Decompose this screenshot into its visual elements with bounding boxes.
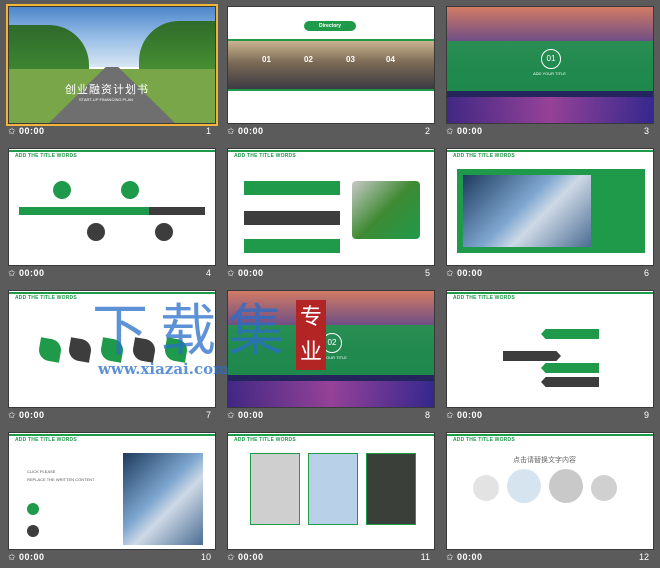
slide-12-timing: 00:00 <box>457 552 483 562</box>
slide-4-title: ADD THE TITLE WORDS <box>15 153 77 159</box>
slide-1-title: 创业融资计划书 <box>65 84 149 96</box>
transition-star-icon[interactable]: ✩ <box>227 126 235 137</box>
transition-star-icon[interactable]: ✩ <box>8 268 16 279</box>
slide-thumbnail-6[interactable]: ADD THE TITLE WORDS ✩ 00:00 6 <box>446 148 654 284</box>
slide-3-title: ADD YOUR TITLE <box>533 71 566 76</box>
slide-7-number: 7 <box>205 410 211 420</box>
slide-10-timing: 00:00 <box>19 552 45 562</box>
slide-2-item-4: 04 <box>386 55 395 64</box>
slide-1-number: 1 <box>205 126 211 136</box>
transition-star-icon[interactable]: ✩ <box>8 552 16 563</box>
slide-2-meta: ✩ 00:00 2 <box>227 126 433 140</box>
slide-7-title: ADD THE TITLE WORDS <box>15 295 77 301</box>
slide-9-number: 9 <box>643 410 649 420</box>
slide-2-item-1: 01 <box>262 55 271 64</box>
slide-thumbnail-5[interactable]: ADD THE TITLE WORDS ✩ 00:00 5 <box>227 148 435 284</box>
slide-9-meta: ✩ 00:00 9 <box>446 410 652 424</box>
slide-2-canvas[interactable]: Directory 01 02 03 04 <box>227 6 435 124</box>
slide-9-timing: 00:00 <box>457 410 483 420</box>
slide-10-line1: CLICK PLEASE <box>27 469 56 474</box>
slide-2-title: Directory <box>304 21 356 31</box>
slide-thumbnail-9[interactable]: ADD THE TITLE WORDS ✩ 00:00 9 <box>446 290 654 426</box>
slide-10-canvas[interactable]: ADD THE TITLE WORDS CLICK PLEASE REPLACE… <box>8 432 216 550</box>
slide-9-canvas[interactable]: ADD THE TITLE WORDS <box>446 290 654 408</box>
slide-12-canvas[interactable]: ADD THE TITLE WORDS 点击请替换文字内容 <box>446 432 654 550</box>
slide-12-heading: 点击请替换文字内容 <box>513 457 576 464</box>
slide-5-number: 5 <box>424 268 430 278</box>
transition-star-icon[interactable]: ✩ <box>8 410 16 421</box>
transition-star-icon[interactable]: ✩ <box>227 552 235 563</box>
slide-thumbnail-11[interactable]: ADD THE TITLE WORDS ✩ 00:00 11 <box>227 432 435 568</box>
slide-6-number: 6 <box>643 268 649 278</box>
slide-5-title: ADD THE TITLE WORDS <box>234 153 296 159</box>
slide-6-title: ADD THE TITLE WORDS <box>453 153 515 159</box>
slide-thumbnail-1[interactable]: 创业融资计划书 START-UP FINANCING PLAN ✩ 00:00 … <box>6 4 218 142</box>
slide-10-line2: REPLACE THE WRITTEN CONTENT <box>27 477 95 482</box>
slide-4-number: 4 <box>205 268 211 278</box>
slide-10-title: ADD THE TITLE WORDS <box>15 437 77 443</box>
slide-11-number: 11 <box>420 552 430 562</box>
slide-2-item-3: 03 <box>346 55 355 64</box>
transition-star-icon[interactable]: ✩ <box>446 268 454 279</box>
transition-star-icon[interactable]: ✩ <box>8 126 16 137</box>
transition-star-icon[interactable]: ✩ <box>446 126 454 137</box>
slide-4-meta: ✩ 00:00 4 <box>8 268 214 282</box>
slide-8-number: 8 <box>424 410 430 420</box>
slide-thumbnail-3[interactable]: 01 ADD YOUR TITLE ✩ 00:00 3 <box>446 6 654 142</box>
slide-1-meta: ✩ 00:00 1 <box>8 126 214 140</box>
slide-11-title: ADD THE TITLE WORDS <box>234 437 296 443</box>
slide-4-timing: 00:00 <box>19 268 45 278</box>
slide-thumbnail-4[interactable]: ADD THE TITLE WORDS ✩ 00:00 4 <box>8 148 216 284</box>
slide-3-timing: 00:00 <box>457 126 483 136</box>
slide-8-timing: 00:00 <box>238 410 264 420</box>
slide-6-timing: 00:00 <box>457 268 483 278</box>
watermark-chars: 下载集 <box>92 299 296 364</box>
slide-8-meta: ✩ 00:00 8 <box>227 410 433 424</box>
slide-11-canvas[interactable]: ADD THE TITLE WORDS <box>227 432 435 550</box>
slide-9-title: ADD THE TITLE WORDS <box>453 295 515 301</box>
transition-star-icon[interactable]: ✩ <box>446 410 454 421</box>
slide-1-timing: 00:00 <box>19 126 45 136</box>
slide-2-timing: 00:00 <box>238 126 264 136</box>
slide-4-canvas[interactable]: ADD THE TITLE WORDS <box>8 148 216 266</box>
slide-6-canvas[interactable]: ADD THE TITLE WORDS <box>446 148 654 266</box>
slide-12-title: ADD THE TITLE WORDS <box>453 437 515 443</box>
transition-star-icon[interactable]: ✩ <box>227 268 235 279</box>
slide-sorter-grid: 创业融资计划书 START-UP FINANCING PLAN ✩ 00:00 … <box>0 0 660 564</box>
slide-5-meta: ✩ 00:00 5 <box>227 268 433 282</box>
slide-2-number: 2 <box>424 126 430 136</box>
watermark-seal: 专业 <box>296 300 326 370</box>
slide-thumbnail-2[interactable]: Directory 01 02 03 04 ✩ 00:00 2 <box>227 6 435 142</box>
slide-3-badge: 01 <box>541 49 561 69</box>
slide-11-timing: 00:00 <box>238 552 264 562</box>
slide-10-number: 10 <box>200 552 211 562</box>
slide-thumbnail-10[interactable]: ADD THE TITLE WORDS CLICK PLEASE REPLACE… <box>8 432 216 568</box>
slide-1-canvas[interactable]: 创业融资计划书 START-UP FINANCING PLAN <box>6 4 218 126</box>
slide-5-canvas[interactable]: ADD THE TITLE WORDS <box>227 148 435 266</box>
slide-6-meta: ✩ 00:00 6 <box>446 268 652 282</box>
slide-3-meta: ✩ 00:00 3 <box>446 126 652 140</box>
slide-7-meta: ✩ 00:00 7 <box>8 410 214 424</box>
slide-3-number: 3 <box>643 126 649 136</box>
watermark-url: www.xiazai.com <box>98 360 229 378</box>
slide-1-subtitle: START-UP FINANCING PLAN <box>79 97 134 102</box>
transition-star-icon[interactable]: ✩ <box>227 410 235 421</box>
slide-2-item-2: 02 <box>304 55 313 64</box>
slide-3-canvas[interactable]: 01 ADD YOUR TITLE <box>446 6 654 124</box>
transition-star-icon[interactable]: ✩ <box>446 552 454 563</box>
slide-12-number: 12 <box>638 552 649 562</box>
slide-thumbnail-12[interactable]: ADD THE TITLE WORDS 点击请替换文字内容 ✩ 00:00 12 <box>446 432 654 568</box>
slide-7-timing: 00:00 <box>19 410 45 420</box>
slide-5-timing: 00:00 <box>238 268 264 278</box>
